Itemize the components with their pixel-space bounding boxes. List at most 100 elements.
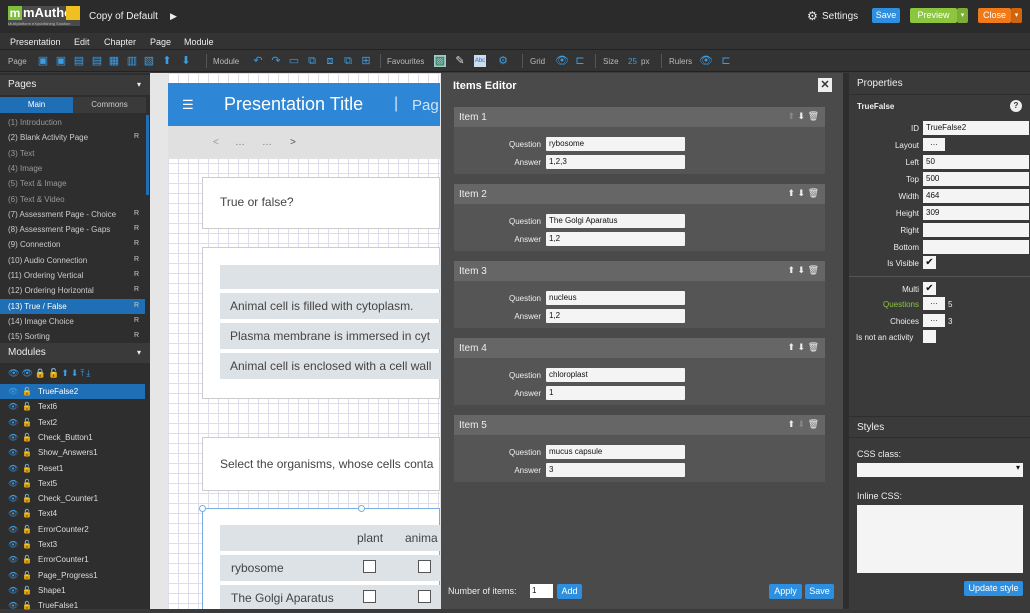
hide-all-icon[interactable]: 👁 — [21, 368, 34, 378]
page-icon[interactable]: ▤ — [91, 55, 103, 67]
play-icon[interactable]: ▶ — [170, 11, 177, 22]
checkbox[interactable] — [363, 590, 376, 603]
module-item[interactable]: 👁 🔓 Text5 — [0, 476, 145, 491]
move-down-icon[interactable]: ⬇ — [798, 419, 806, 429]
trash-icon[interactable]: 🗑 — [808, 111, 819, 121]
lock-icon[interactable]: 🔓 — [22, 583, 32, 598]
eye-icon[interactable]: 👁 — [8, 583, 18, 598]
question-input[interactable]: nucleus — [546, 291, 685, 305]
collapse-modules-icon[interactable]: ▾ — [137, 348, 141, 357]
lock-icon[interactable]: 🔓 — [22, 522, 32, 537]
preview-dropdown-icon[interactable]: ▾ — [957, 8, 968, 23]
group-icon[interactable]: ⧉ — [342, 55, 354, 67]
grid-snap-icon[interactable]: ⊏ — [574, 55, 586, 67]
menu-chapter[interactable]: Chapter — [104, 37, 136, 47]
settings-button[interactable]: Settings — [822, 11, 858, 22]
rulers-eye-icon[interactable]: 👁 — [699, 55, 713, 67]
page-item[interactable]: (6) Text & Video — [0, 192, 145, 207]
lock-icon[interactable]: 🔓 — [22, 461, 32, 476]
help-icon[interactable]: ? — [1010, 100, 1022, 112]
nav-ellipsis[interactable]: … — [235, 137, 245, 148]
unlock-icon[interactable]: 🔓 — [48, 368, 61, 378]
gear-icon[interactable]: ⚙ — [807, 9, 818, 23]
page-item[interactable]: (11) Ordering Vertical R — [0, 268, 145, 283]
eye-icon[interactable]: 👁 — [8, 598, 18, 613]
inline-css-textarea[interactable] — [857, 505, 1023, 573]
to-bottom-icon[interactable]: ⤓ — [86, 368, 92, 378]
answer-input[interactable]: 1,2 — [546, 309, 685, 323]
lock-icon[interactable]: 🔓 — [22, 552, 32, 567]
question-1-box[interactable]: True or false? — [202, 177, 440, 229]
page-item[interactable]: (9) Connection R — [0, 237, 145, 252]
paste-page-icon[interactable]: ▤ — [73, 55, 85, 67]
module-settings-icon[interactable]: ⊞ — [360, 55, 372, 67]
module-item[interactable]: 👁 🔓 Show_Answers1 — [0, 445, 145, 460]
css-class-select[interactable]: ▾ — [857, 463, 1023, 477]
lock-icon[interactable]: 🔓 — [22, 399, 32, 414]
close-button[interactable]: Close — [978, 8, 1011, 23]
module-item[interactable]: 👁 🔓 Check_Button1 — [0, 430, 145, 445]
checkbox[interactable] — [418, 560, 431, 573]
grid-eye-icon[interactable]: 👁 — [555, 55, 569, 67]
page-item[interactable]: (14) Image Choice R — [0, 314, 145, 329]
layout-button[interactable]: … — [923, 138, 945, 151]
resize-handle[interactable] — [358, 505, 365, 512]
page-item[interactable]: (2) Blank Activity Page R — [0, 130, 145, 145]
module-item[interactable]: 👁 🔓 Text3 — [0, 537, 145, 552]
lock-icon[interactable]: 🔓 — [22, 598, 32, 613]
answer-input[interactable]: 3 — [546, 463, 685, 477]
eye-icon[interactable]: 👁 — [8, 522, 18, 537]
module-item[interactable]: 👁 🔓 ErrorCounter2 — [0, 522, 145, 537]
move-up-icon[interactable]: ⬆ — [787, 342, 795, 352]
lock-icon[interactable]: 🔓 — [22, 415, 32, 430]
module-item[interactable]: 👁 🔓 Text4 — [0, 506, 145, 521]
move-up-icon[interactable]: ⬆ — [787, 419, 795, 429]
update-style-button[interactable]: Update style — [964, 581, 1023, 596]
editor-save-button[interactable]: Save — [805, 584, 834, 599]
bottom-input[interactable] — [923, 240, 1029, 254]
grid-size-value[interactable]: 25 — [628, 57, 637, 66]
number-of-items-input[interactable]: 1 — [530, 584, 553, 598]
abc-icon[interactable]: Abc — [474, 55, 486, 67]
page-item[interactable]: (15) Sorting R — [0, 329, 145, 344]
left-input[interactable]: 50 — [923, 155, 1029, 169]
eye-icon[interactable]: 👁 — [8, 506, 18, 521]
lock-icon[interactable]: 🔒 — [35, 368, 48, 378]
eye-icon[interactable]: 👁 — [8, 384, 18, 399]
page-settings-icon[interactable]: ▦ — [108, 55, 120, 67]
answer-input[interactable]: 1,2,3 — [546, 155, 685, 169]
module-item[interactable]: 👁 🔓 Page_Progress1 — [0, 568, 145, 583]
module-item[interactable]: 👁 🔓 Check_Counter1 — [0, 491, 145, 506]
lock-icon[interactable]: 🔓 — [22, 537, 32, 552]
lock-icon[interactable]: 🔓 — [22, 491, 32, 506]
favourites-settings-icon[interactable]: ⚙ — [497, 55, 509, 67]
page-item[interactable]: (8) Assessment Page - Gaps R — [0, 222, 145, 237]
page-item[interactable]: (4) Image — [0, 161, 145, 176]
move-down-icon[interactable]: ⬇ — [798, 188, 806, 198]
answer-input[interactable]: 1,2 — [546, 232, 685, 246]
distribute-icon[interactable]: ⧉ — [306, 55, 318, 67]
trash-icon[interactable]: 🗑 — [808, 265, 819, 275]
page-up-icon[interactable]: ▧ — [143, 55, 155, 67]
eye-icon[interactable]: 👁 — [8, 552, 18, 567]
module-item[interactable]: 👁 🔓 Shape1 — [0, 583, 145, 598]
trash-icon[interactable]: 🗑 — [808, 419, 819, 429]
pages-scrollbar[interactable] — [146, 115, 149, 195]
page-item[interactable]: (13) True / False R — [0, 298, 145, 314]
tab-commons[interactable]: Commons — [73, 97, 146, 113]
menu-icon[interactable]: ☰ — [182, 97, 194, 113]
truefalse2-module[interactable]: plant anima rybosome The Golgi Aparatus — [199, 505, 441, 609]
move-down-icon[interactable]: ⬇ — [798, 265, 806, 275]
eye-icon[interactable]: 👁 — [8, 568, 18, 583]
text-icon[interactable]: ✎ — [454, 55, 466, 67]
lock-icon[interactable]: 🔓 — [22, 445, 32, 460]
question-input[interactable]: The Golgi Aparatus — [546, 214, 685, 228]
not-activity-checkbox[interactable] — [923, 330, 936, 343]
eye-icon[interactable]: 👁 — [8, 491, 18, 506]
multi-checkbox[interactable]: ✔ — [923, 282, 936, 295]
height-input[interactable]: 309 — [923, 206, 1029, 220]
module-item[interactable]: 👁 🔓 Text2 — [0, 415, 145, 430]
move-up-icon[interactable]: ⬆ — [787, 188, 795, 198]
close-icon[interactable]: ✕ — [818, 78, 832, 92]
collapse-pages-icon[interactable]: ▾ — [137, 80, 141, 89]
